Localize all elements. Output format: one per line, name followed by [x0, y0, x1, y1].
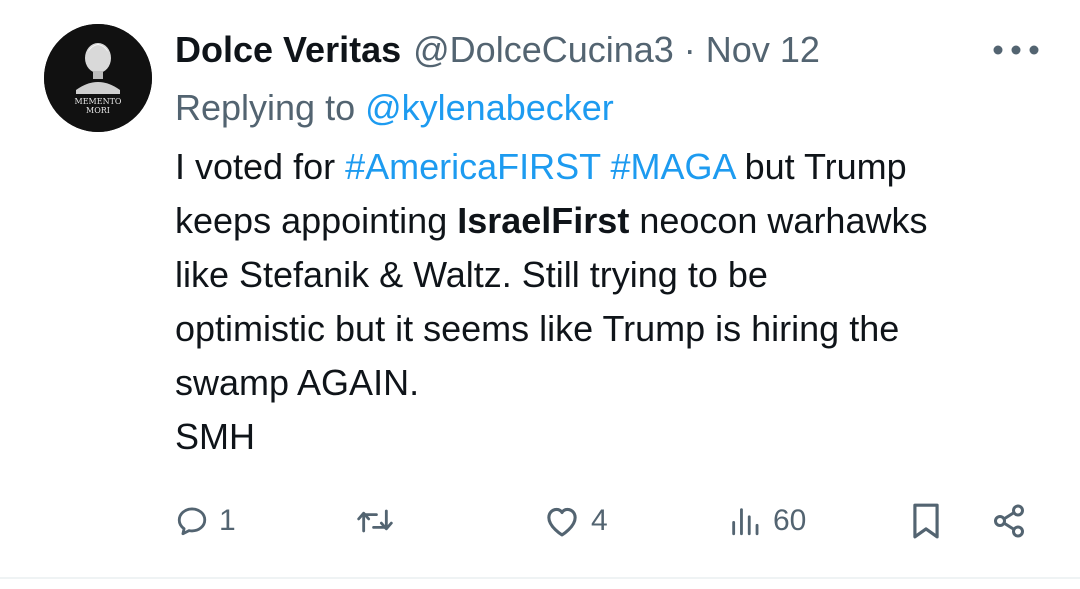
views-count: 60 [773, 504, 807, 537]
text-segment: but Trump [734, 146, 907, 187]
text-line-1: I voted for #AmericaFIRST #MAGA but Trum… [175, 140, 1055, 194]
replying-to-handle[interactable]: @kylenabecker [365, 87, 614, 128]
bold-text: IsraelFirst [457, 200, 630, 241]
text-line-3: like Stefanik & Waltz. Still trying to b… [175, 254, 768, 295]
avatar[interactable]: MEMENTO MORI [44, 24, 152, 132]
reply-button[interactable]: 1 [175, 496, 236, 546]
text-segment: I voted for [175, 146, 346, 187]
replying-to: Replying to @kylenabecker [175, 84, 614, 132]
text-segment: keeps appointing [175, 200, 458, 241]
avatar-motto-2: MORI [86, 106, 110, 115]
text-line-6: SMH [175, 416, 255, 457]
like-button[interactable]: 4 [543, 496, 608, 546]
tweet: MEMENTO MORI Dolce Veritas @DolceCucina3… [0, 0, 1080, 589]
text-segment: neocon warhawks [629, 200, 928, 241]
more-horizontal-icon [993, 45, 1039, 55]
author-handle[interactable]: @DolceCucina3 [413, 26, 674, 74]
views-icon [732, 508, 759, 536]
display-name[interactable]: Dolce Veritas [175, 26, 401, 74]
more-button[interactable] [980, 26, 1040, 74]
share-icon [994, 504, 1024, 538]
bookmark-icon [913, 503, 939, 539]
retweet-button[interactable] [355, 496, 395, 546]
tweet-text: I voted for #AmericaFIRST #MAGA but Trum… [175, 140, 1055, 464]
action-bar: 1 4 60 [175, 496, 1045, 546]
reply-icon [177, 507, 207, 536]
reply-count: 1 [219, 504, 236, 537]
like-count: 4 [591, 504, 608, 537]
header-separator: · [683, 29, 696, 70]
tweet-header: Dolce Veritas @DolceCucina3 · Nov 12 [175, 26, 1040, 74]
text-line-2: keeps appointing IsraelFirst neocon warh… [175, 194, 1055, 248]
hashtag-link[interactable]: #AmericaFIRST [345, 146, 600, 187]
bookmark-button[interactable] [910, 496, 942, 546]
tweet-date[interactable]: Nov 12 [706, 26, 820, 74]
avatar-motto-1: MEMENTO [75, 97, 122, 106]
text-line-5: swamp AGAIN. [175, 362, 420, 403]
divider [0, 577, 1080, 579]
text-segment [601, 146, 611, 187]
hashtag-link[interactable]: #MAGA [611, 146, 735, 187]
replying-to-label: Replying to [175, 87, 366, 128]
share-button[interactable] [990, 496, 1028, 546]
bust-icon: MEMENTO MORI [44, 24, 152, 132]
heart-icon [547, 507, 577, 537]
text-line-4: optimistic but it seems like Trump is hi… [175, 308, 900, 349]
views-button[interactable]: 60 [727, 496, 806, 546]
retweet-icon [357, 509, 393, 533]
